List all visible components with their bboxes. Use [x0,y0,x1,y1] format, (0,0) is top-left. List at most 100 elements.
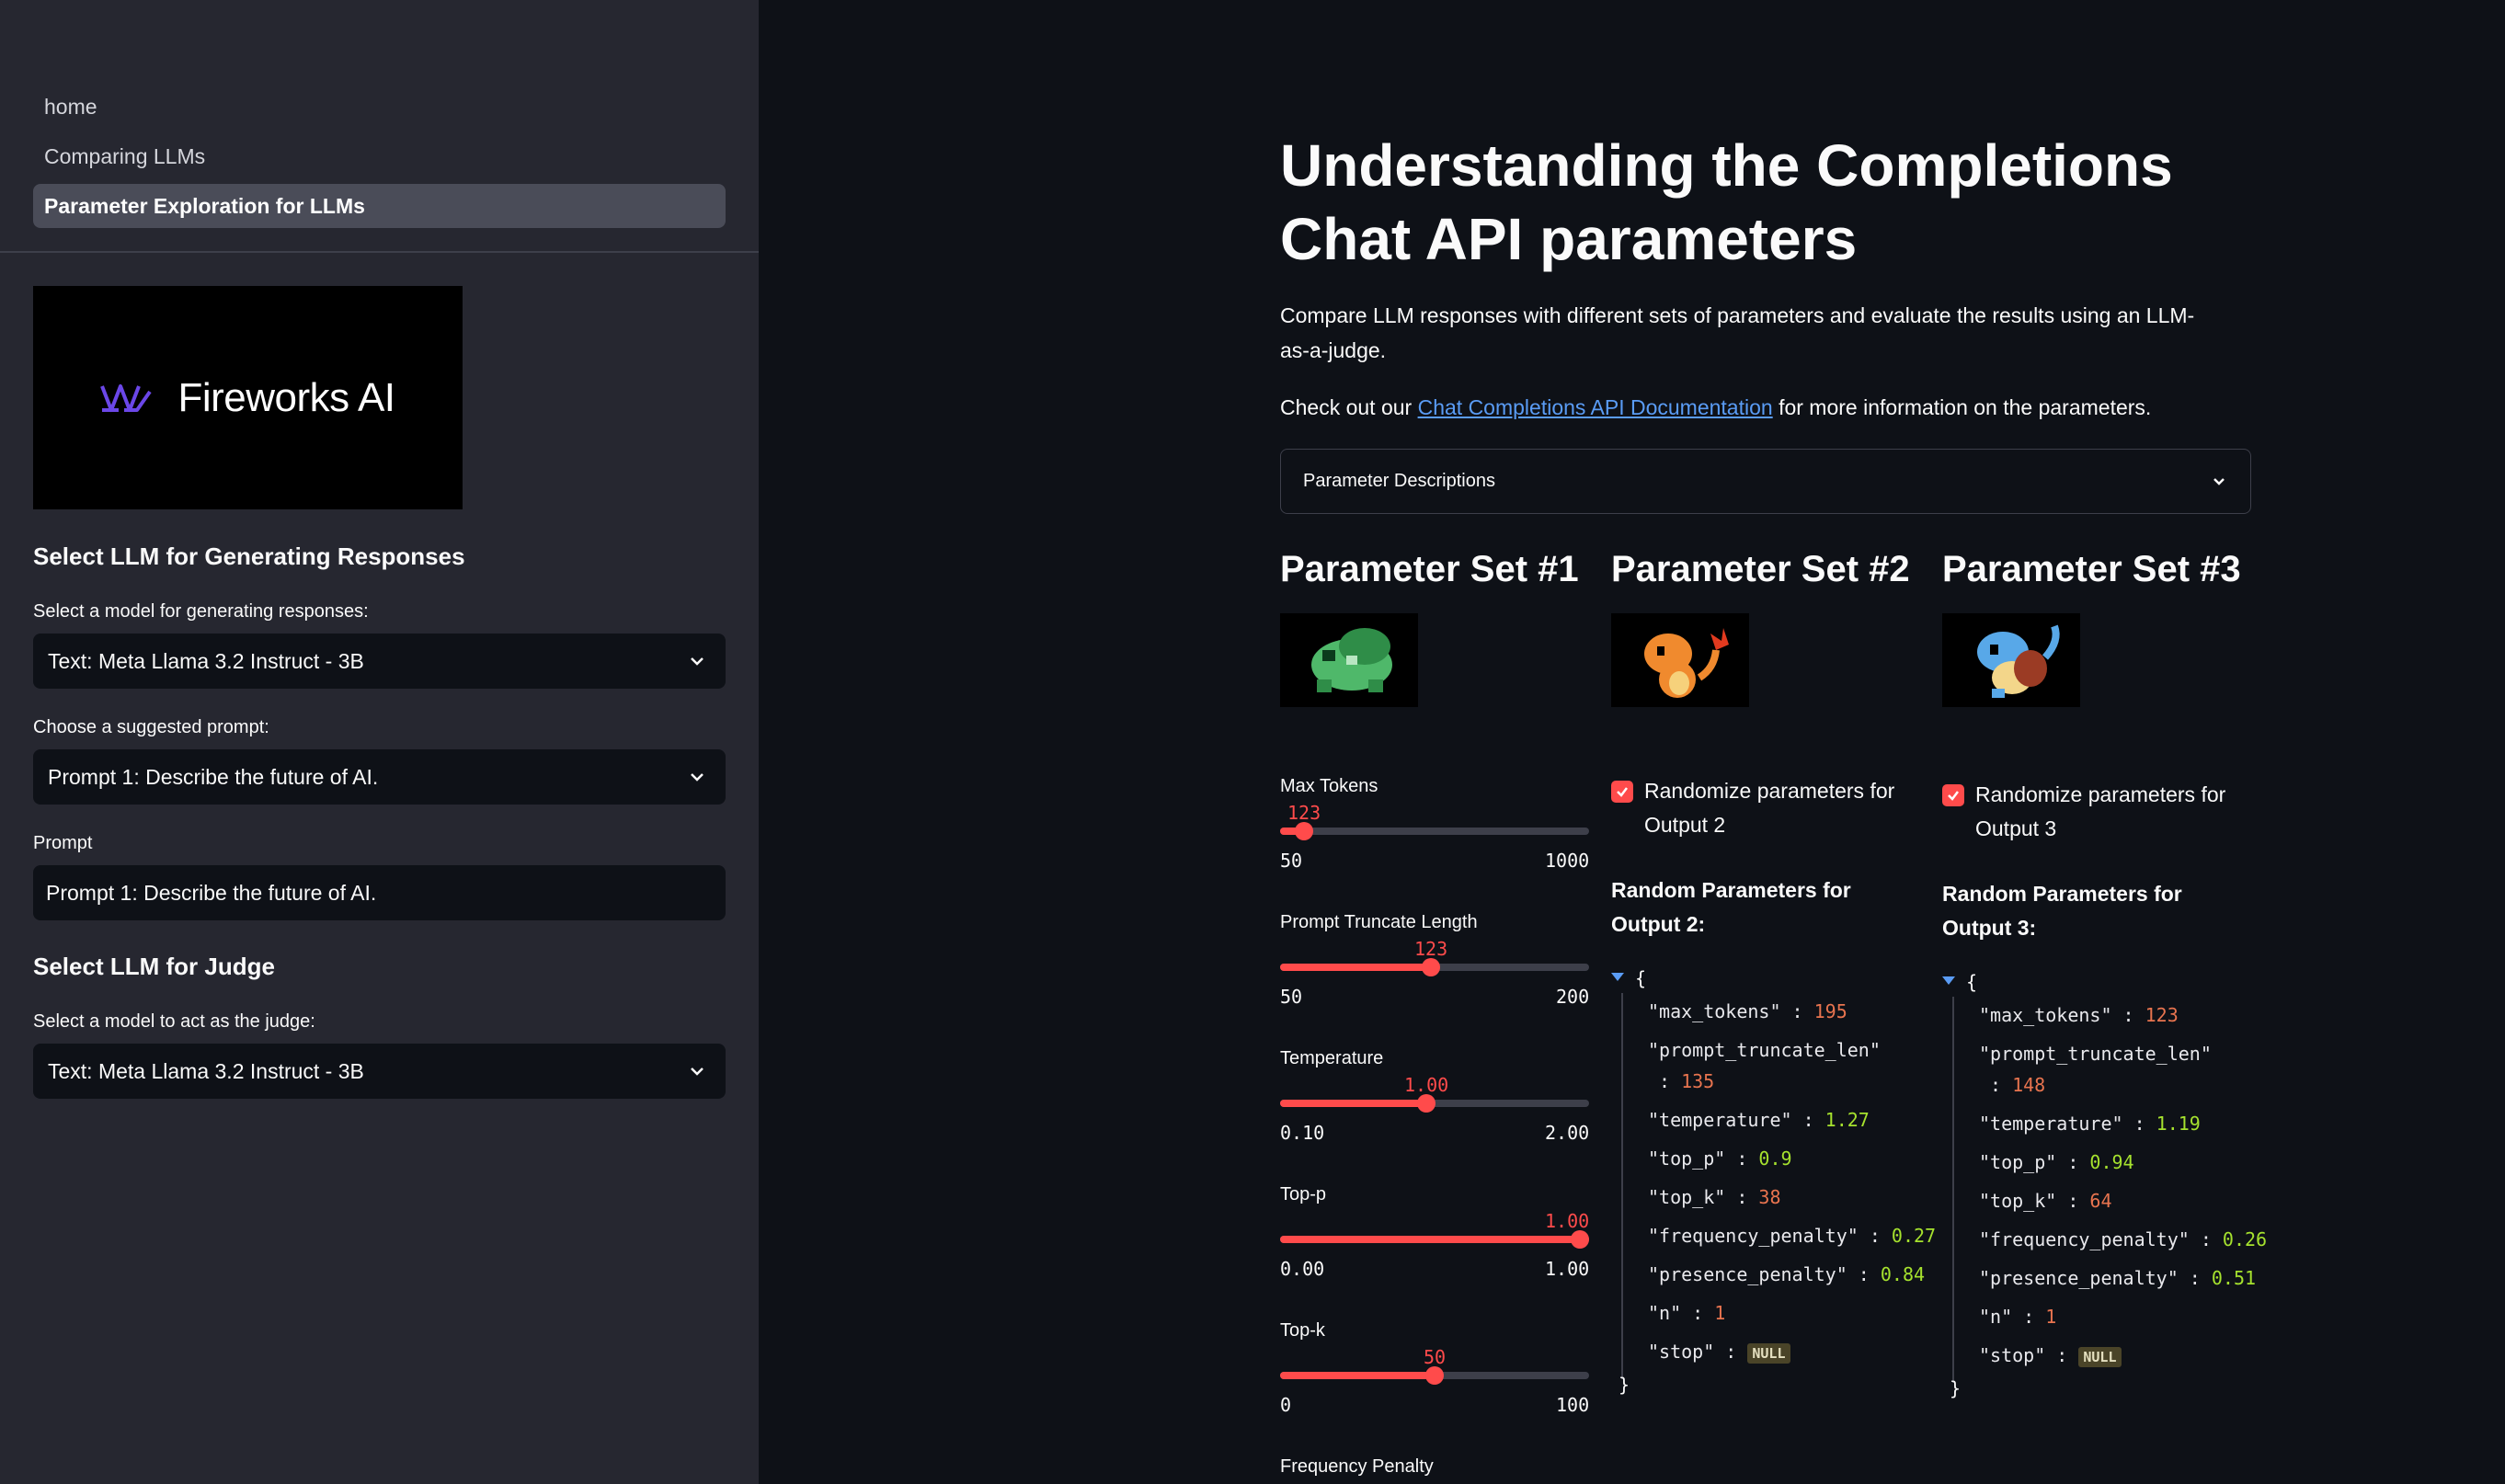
slider-thumb[interactable] [1295,822,1313,840]
slider-min-label: 50 [1280,986,1303,1008]
json-close-brace: } [1619,1374,1630,1396]
json-entry: "top_p" : 0.94 [1979,1151,2134,1173]
slider-max-label: 2.00 [1545,1122,1590,1144]
checkbox-checked-icon [1942,784,1964,806]
expander-label: Parameter Descriptions [1303,471,1495,491]
json-value: 0.26 [2222,1228,2268,1250]
json-key: "n" : [1979,1306,2035,1328]
charmander-sprite [1611,613,1749,707]
json-entry: "frequency_penalty" : 0.26 [1979,1228,2267,1250]
json-indent-guide [1952,997,1954,1383]
slider-value: 1.00 [1545,1210,1590,1232]
json-key: "stop" : [1648,1341,1737,1363]
json-close-brace: } [1950,1377,1962,1399]
chevron-down-icon [691,1067,703,1076]
sidebar: home Comparing LLMs Parameter Exploratio… [0,0,759,1484]
gen-model-value: Text: Meta Llama 3.2 Instruct - 3B [48,648,364,673]
json-entry: "max_tokens" : 123 [1979,1004,2179,1026]
json-entry: "max_tokens" : 195 [1648,1000,1847,1022]
slider-track[interactable] [1280,822,1589,840]
fireworks-logo: Fireworks AI [33,286,463,509]
slider-min-label: 0.10 [1280,1122,1325,1144]
json-value: 1.19 [2156,1113,2201,1135]
slider-track[interactable] [1280,1094,1589,1113]
docs-link[interactable]: Chat Completions API Documentation [1418,395,1773,419]
sidebar-divider [0,251,759,253]
slider-value: 123 [1287,802,1321,824]
json-colon: : [1990,1074,2013,1096]
json-value: 0.27 [1891,1225,1937,1247]
nav-item-comparing-llms[interactable]: Comparing LLMs [33,134,726,178]
json-entry: "prompt_truncate_len" [1979,1043,2212,1065]
slider-track[interactable] [1280,958,1589,976]
slider-min-label: 0 [1280,1394,1292,1416]
docs-prefix: Check out our [1280,395,1418,419]
json-key: "max_tokens" : [1979,1004,2134,1026]
json-entry: "temperature" : 1.27 [1648,1109,1870,1131]
json-entry: "top_k" : 38 [1648,1186,1781,1208]
judge-model-label: Select a model to act as the judge: [33,1011,315,1032]
json-entry: "n" : 1 [1979,1306,2056,1328]
json-value: 38 [1758,1186,1781,1208]
json-key: "presence_penalty" : [1979,1267,2201,1289]
json-value: 195 [1813,1000,1847,1022]
json-value: NULL [1747,1343,1790,1364]
set2-randomize-checkbox[interactable]: Randomize parameters for Output 2 [1611,774,1915,842]
json-entry: "presence_penalty" : 0.51 [1979,1267,2256,1289]
slider-thumb[interactable] [1417,1094,1436,1113]
json-entry: "presence_penalty" : 0.84 [1648,1263,1925,1285]
bulbasaur-sprite [1280,613,1418,707]
json-key: "temperature" : [1648,1109,1814,1131]
set3-randomize-checkbox[interactable]: Randomize parameters for Output 3 [1942,778,2246,846]
slider-label: Prompt Truncate Length [1280,912,1478,932]
slider-track[interactable] [1280,1366,1589,1385]
judge-model-select[interactable]: Text: Meta Llama 3.2 Instruct - 3B [33,1044,726,1099]
json-open-brace: { [1635,967,1647,989]
json-value: 1 [1714,1302,1726,1324]
prompt-choice-select[interactable]: Prompt 1: Describe the future of AI. [33,749,726,805]
squirtle-sprite [1942,613,2080,707]
json-key: "max_tokens" : [1648,1000,1803,1022]
slider-fill [1280,1372,1435,1379]
slider-thumb[interactable] [1571,1230,1589,1249]
json-entry: "stop" : NULL [1648,1341,1790,1364]
prompt-label: Prompt [33,833,93,853]
gen-heading: Select LLM for Generating Responses [33,542,465,570]
slider-label: Top-p [1280,1184,1327,1204]
slider-track[interactable] [1280,1230,1589,1249]
parameter-set-1: Parameter Set #1 Max Tokens 123 50 1000 Prom… [1280,546,1593,1477]
json-value: 1.27 [1824,1109,1870,1131]
json-value: 64 [2089,1190,2112,1212]
json-key: "n" : [1648,1302,1704,1324]
json-value: 135 [1681,1070,1715,1092]
json-value: NULL [2078,1347,2122,1367]
json-key: "top_k" : [1648,1186,1748,1208]
slider-thumb[interactable] [1425,1366,1444,1385]
json-value: 0.9 [1758,1147,1792,1170]
chevron-down-icon [2213,477,2225,485]
gen-model-select[interactable]: Text: Meta Llama 3.2 Instruct - 3B [33,634,726,689]
chevron-down-icon [691,657,703,666]
nav-item-home[interactable]: home [33,85,726,129]
set2-random-title: Random Parameters for Output 2: [1611,878,1851,936]
judge-heading: Select LLM for Judge [33,953,275,980]
slider-min-label: 50 [1280,850,1303,872]
json-value: 0.84 [1880,1263,1926,1285]
prompt-input[interactable]: Prompt 1: Describe the future of AI. [33,865,726,920]
judge-model-value: Text: Meta Llama 3.2 Instruct - 3B [48,1058,364,1083]
slider-label: Temperature [1280,1048,1384,1068]
nav-item-parameter-exploration[interactable]: Parameter Exploration for LLMs [33,184,726,228]
collapse-caret-icon[interactable] [1611,973,1624,981]
json-value: 0.94 [2089,1151,2134,1173]
json-entry: "n" : 1 [1648,1302,1725,1324]
slider-thumb[interactable] [1422,958,1440,976]
prompt-choice-value: Prompt 1: Describe the future of AI. [48,764,379,789]
parameter-descriptions-expander[interactable]: Parameter Descriptions [1280,449,2251,514]
json-key: "presence_penalty" : [1648,1263,1870,1285]
slider-fill [1280,964,1431,971]
logo-text: Fireworks AI [177,374,395,420]
slider-min-label: 0.00 [1280,1258,1325,1280]
collapse-caret-icon[interactable] [1942,976,1955,985]
json-entry-wrap: : 148 [1990,1074,2045,1096]
slider-max-label: 200 [1556,986,1590,1008]
